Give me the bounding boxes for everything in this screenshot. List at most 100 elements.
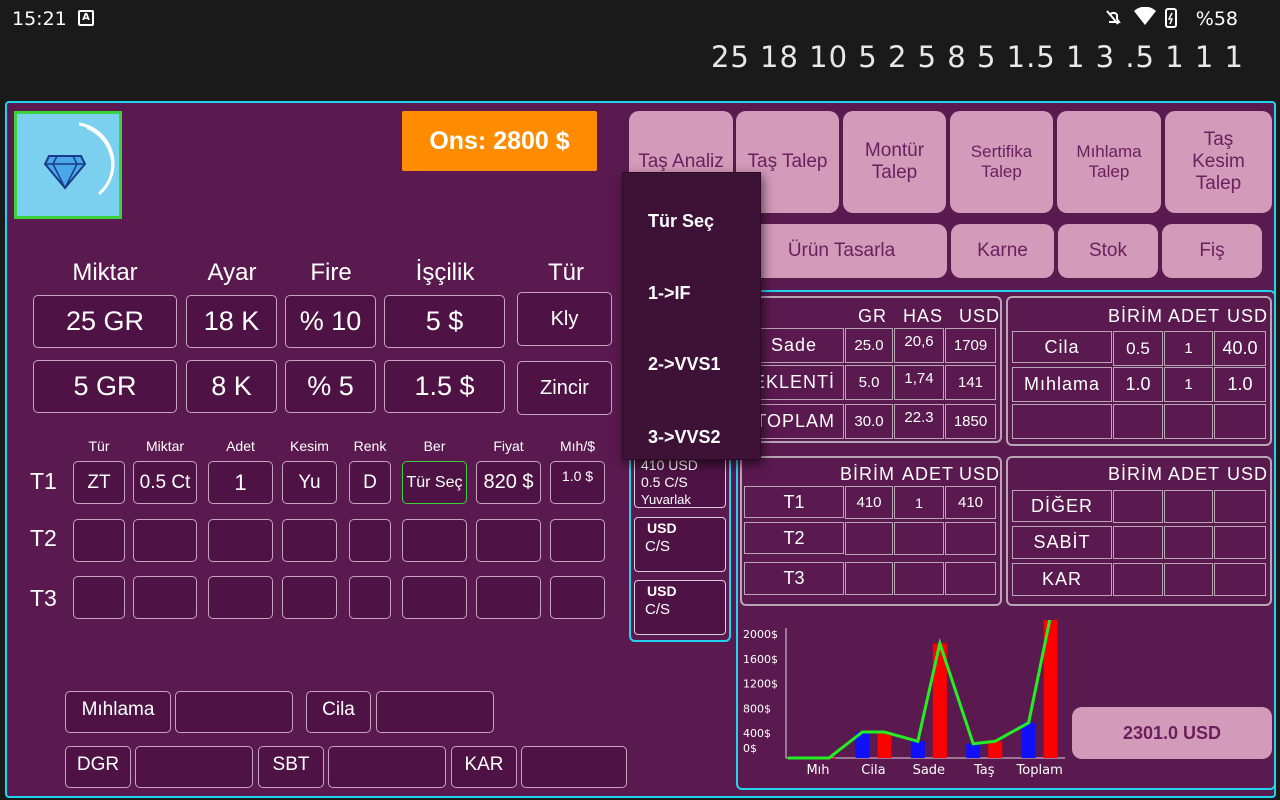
- stone-summary-t3[interactable]: USD C/S: [634, 580, 726, 635]
- dgr-label-button[interactable]: DGR: [65, 746, 131, 788]
- cila-row-3-birim: [1113, 404, 1163, 439]
- status-a-icon: A: [78, 10, 94, 26]
- stone-t1-miktar[interactable]: 0.5 Ct: [133, 461, 197, 504]
- stone-t1-renk[interactable]: D: [349, 461, 391, 504]
- row-sade-has: 20,6: [894, 328, 944, 363]
- stone-t2-kesim[interactable]: [282, 519, 337, 562]
- stok-button[interactable]: Stok: [1058, 224, 1158, 278]
- row-sade-usd: 1709: [945, 328, 996, 363]
- other-col-usd: USD: [1227, 464, 1269, 484]
- stone-t2-tur[interactable]: [73, 519, 125, 562]
- ons-price-badge: Ons: 2800 $: [402, 111, 597, 171]
- tur-button-1[interactable]: Kly: [517, 292, 612, 346]
- stone-t3-kesim[interactable]: [282, 576, 337, 619]
- header-ayar: Ayar: [207, 259, 257, 286]
- stone-t2-fiyat[interactable]: [476, 519, 541, 562]
- stone-summary-t2[interactable]: USD C/S: [634, 517, 726, 572]
- stone-col-usd: USD: [959, 464, 1001, 484]
- miktar-input-2[interactable]: 5 GR: [33, 360, 177, 413]
- cila-row-mihlama-label: Mıhlama: [1012, 367, 1112, 402]
- row-toplam-usd: 1850: [945, 404, 996, 439]
- karne-button[interactable]: Karne: [951, 224, 1054, 278]
- sbt-label-button[interactable]: SBT: [258, 746, 324, 788]
- stone-t1-ber-select[interactable]: Tür Seç: [402, 461, 467, 504]
- tas-kesim-talep-button[interactable]: Taş Kesim Talep: [1165, 111, 1272, 213]
- chart-y-tick: 1200$: [743, 678, 778, 691]
- stone-t1-kesim[interactable]: Yu: [282, 461, 337, 504]
- stone-t2-renk[interactable]: [349, 519, 391, 562]
- fire-input-1[interactable]: % 10: [285, 295, 376, 348]
- mihlama-input[interactable]: [175, 691, 293, 733]
- stone-t3-adet[interactable]: [208, 576, 273, 619]
- stone-t2-ber[interactable]: [402, 519, 467, 562]
- chart-bar-red: [877, 732, 892, 758]
- dropdown-item-if[interactable]: 1->IF: [648, 283, 691, 304]
- kar-input[interactable]: [521, 746, 627, 788]
- battery-percent: %58: [1195, 8, 1238, 30]
- other-row-diger-birim: [1113, 490, 1163, 523]
- stone-t3-miktar[interactable]: [133, 576, 197, 619]
- ayar-input-1[interactable]: 18 K: [186, 295, 277, 348]
- stone-summary-t3-cs: C/S: [645, 601, 671, 618]
- stone-t1-fiyat[interactable]: 820 $: [476, 461, 541, 504]
- cila-row-cila-adet: 1: [1164, 331, 1213, 366]
- iscilik-input-2[interactable]: 1.5 $: [384, 360, 505, 413]
- cila-col-usd: USD: [1227, 306, 1269, 326]
- stone-t3-ber[interactable]: [402, 576, 467, 619]
- iscilik-input-1[interactable]: 5 $: [384, 295, 505, 348]
- stone-t2-mih[interactable]: [550, 519, 605, 562]
- tur-button-2[interactable]: Zincir: [517, 361, 612, 415]
- stone-header-adet: Adet: [226, 438, 255, 454]
- header-miktar: Miktar: [72, 259, 138, 286]
- stone-header-mih: Mıh/$: [559, 438, 595, 454]
- row-sade-gr: 25.0: [845, 328, 893, 363]
- cila-label-button[interactable]: Cila: [306, 691, 371, 733]
- dropdown-item-vvs2[interactable]: 3->VVS2: [648, 427, 721, 448]
- urun-tasarla-button[interactable]: Ürün Tasarla: [736, 224, 947, 278]
- kar-label-button[interactable]: KAR: [451, 746, 517, 788]
- other-col-adet: ADET: [1168, 464, 1221, 484]
- stone-t3-tur[interactable]: [73, 576, 125, 619]
- stone-t1-adet[interactable]: 1: [208, 461, 273, 504]
- dropdown-item-vvs1[interactable]: 2->VVS1: [648, 354, 721, 375]
- cost-chart: 0$ 400$ 800$ 1200$ 1600$ 2000$ Mıh Cila Sade Taş T…: [743, 620, 1065, 778]
- stone-row-t1-birim: 410: [845, 486, 893, 519]
- stone-summary-t1[interactable]: 410 USD 0.5 C/S Yuvarlak: [634, 452, 726, 508]
- ayar-input-2[interactable]: 8 K: [186, 360, 277, 413]
- status-icons: [1104, 6, 1184, 34]
- dropdown-item-tur-sec[interactable]: Tür Seç: [648, 211, 714, 232]
- fis-button[interactable]: Fiş: [1162, 224, 1262, 278]
- montur-talep-button[interactable]: Montür Talep: [843, 111, 946, 213]
- stone-t1-tur[interactable]: ZT: [73, 461, 125, 504]
- stone-t2-miktar[interactable]: [133, 519, 197, 562]
- sbt-input[interactable]: [328, 746, 446, 788]
- stone-row-t2-usd: [945, 522, 996, 555]
- mihlama-talep-button[interactable]: Mıhlama Talep: [1057, 111, 1161, 213]
- stone-t1-mih[interactable]: 1.0 $: [550, 461, 605, 504]
- stone-t3-renk[interactable]: [349, 576, 391, 619]
- chart-y-tick: 2000$: [743, 628, 778, 641]
- sertifika-talep-button[interactable]: Sertifika Talep: [950, 111, 1053, 213]
- stone-summary-t2-cs: C/S: [645, 538, 671, 555]
- stone-t2-adet[interactable]: [208, 519, 273, 562]
- dgr-input[interactable]: [135, 746, 253, 788]
- number-sequence: 25 18 10 5 2 5 8 5 1.5 1 3 .5 1 1 1: [710, 40, 1244, 74]
- other-row-sabit-birim: [1113, 526, 1163, 559]
- stone-t3-fiyat[interactable]: [476, 576, 541, 619]
- mihlama-label-button[interactable]: Mıhlama: [65, 691, 171, 733]
- row-eklenti-has: 1,74: [894, 365, 944, 400]
- row-toplam-has: 22.3: [894, 404, 944, 439]
- other-row-kar-adet: [1164, 563, 1213, 596]
- app-logo[interactable]: [14, 111, 122, 219]
- other-row-sabit-usd: [1214, 526, 1266, 559]
- chart-total-line: [787, 620, 1052, 760]
- total-usd-button[interactable]: 2301.0 USD: [1072, 707, 1272, 759]
- header-fire: Fire: [310, 259, 352, 286]
- stone-row-t3-label: T3: [744, 562, 844, 595]
- miktar-input-1[interactable]: 25 GR: [33, 295, 177, 348]
- cila-col-adet: ADET: [1168, 306, 1221, 326]
- fire-input-2[interactable]: % 5: [285, 360, 376, 413]
- stone-t3-mih[interactable]: [550, 576, 605, 619]
- stone-row-t3-birim: [845, 562, 893, 595]
- cila-input[interactable]: [376, 691, 494, 733]
